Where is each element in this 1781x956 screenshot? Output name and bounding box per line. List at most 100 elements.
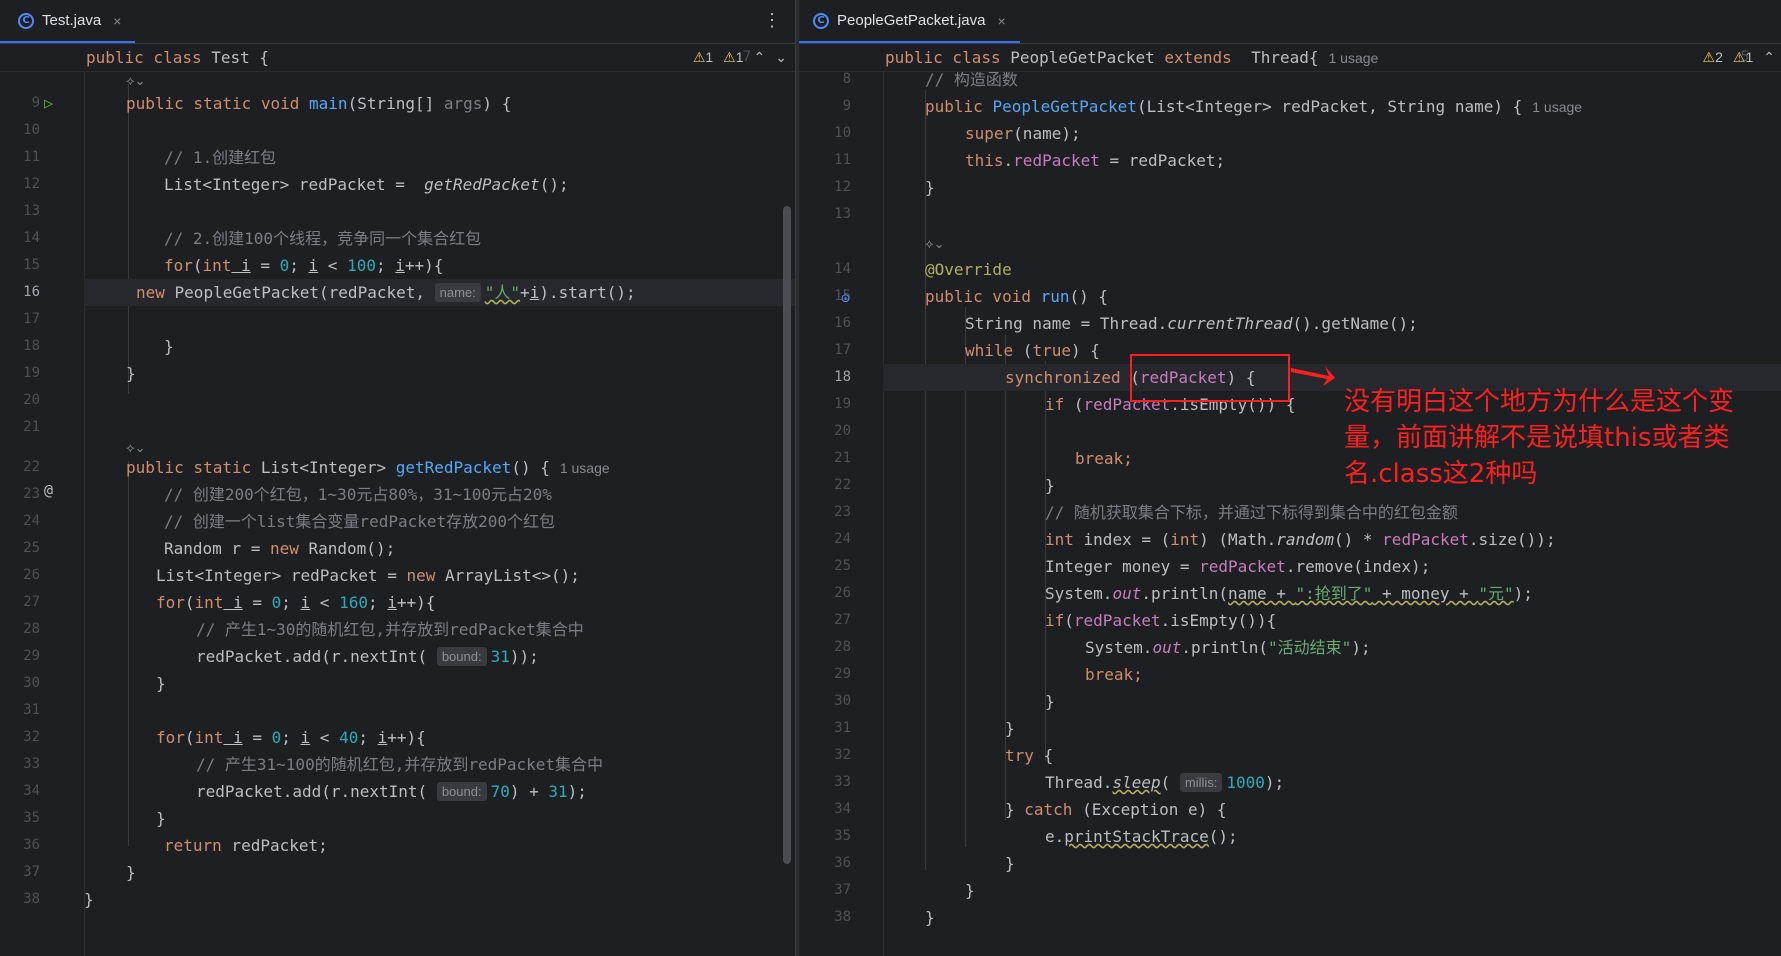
gutter-left: 9 10 11 12 13 14 15 16 17 18 19 20 21 22 23 24 25 26 27 28 2…: [0, 44, 85, 956]
code-line: e.printStackTrace();: [1045, 827, 1238, 846]
code-line: }: [1005, 719, 1015, 738]
code-line: List<Integer> redPacket = new ArrayList<…: [156, 566, 580, 585]
line-number[interactable]: 10: [0, 117, 40, 144]
line-number[interactable]: 25: [811, 553, 851, 580]
line-number[interactable]: 29: [811, 661, 851, 688]
code-line: this.redPacket = redPacket;: [965, 151, 1226, 170]
line-number[interactable]: 23: [811, 499, 851, 526]
line-number[interactable]: 18: [0, 333, 40, 360]
line-number[interactable]: 26: [0, 562, 40, 589]
close-icon[interactable]: ×: [113, 13, 121, 29]
code-line: public static List<Integer> getRedPacket…: [126, 458, 610, 477]
line-number[interactable]: 10: [811, 120, 851, 147]
param-hint: bound:: [436, 647, 487, 666]
line-number[interactable]: 36: [811, 850, 851, 877]
code-line: }: [126, 863, 136, 882]
code-editor-right[interactable]: 5 public class PeopleGetPacket extends T…: [799, 44, 1781, 956]
line-number[interactable]: 31: [0, 697, 40, 724]
line-number[interactable]: 14: [0, 225, 40, 252]
usage-hint[interactable]: 1 usage: [1329, 50, 1379, 66]
line-number[interactable]: 12: [0, 171, 40, 198]
line-number[interactable]: 27: [811, 607, 851, 634]
implemented-icon[interactable]: @: [44, 481, 53, 499]
line-number[interactable]: 11: [811, 147, 851, 174]
line-number[interactable]: 28: [811, 634, 851, 661]
line-number[interactable]: 31: [811, 715, 851, 742]
line-number[interactable]: 18: [811, 364, 851, 391]
line-number[interactable]: 12: [811, 174, 851, 201]
line-number[interactable]: 37: [0, 859, 40, 886]
more-options-icon[interactable]: ⋮: [763, 10, 781, 31]
line-number[interactable]: 17: [811, 337, 851, 364]
line-number[interactable]: 30: [811, 688, 851, 715]
line-number[interactable]: 35: [0, 805, 40, 832]
line-number[interactable]: 19: [0, 360, 40, 387]
inspection-widget[interactable]: ⚠2 ⚠1 ⌃: [1703, 49, 1775, 66]
usage-hint[interactable]: 1 usage: [560, 460, 610, 476]
line-number[interactable]: 19: [811, 391, 851, 418]
code-line: public void run() {: [925, 287, 1109, 306]
line-number[interactable]: 9: [0, 90, 40, 117]
line-number[interactable]: 22: [0, 454, 40, 481]
code-line: }: [156, 674, 166, 693]
line-number[interactable]: 25: [0, 535, 40, 562]
line-number[interactable]: 17: [0, 306, 40, 333]
code-line: }: [965, 881, 975, 900]
vertical-scrollbar[interactable]: [783, 206, 791, 864]
line-number[interactable]: 20: [811, 418, 851, 445]
line-number[interactable]: 13: [0, 198, 40, 225]
line-number[interactable]: 34: [0, 778, 40, 805]
inspection-widget[interactable]: ⚠1 ⚠1 ⌃ ⌄: [693, 49, 787, 66]
chevron-up-icon[interactable]: ⌃: [1763, 49, 1775, 66]
line-number[interactable]: 21: [0, 414, 40, 441]
annotation-highlight-box: [1130, 354, 1290, 402]
line-number[interactable]: 34: [811, 796, 851, 823]
line-number[interactable]: 27: [0, 589, 40, 616]
line-number[interactable]: 38: [811, 904, 851, 931]
line-number[interactable]: 36: [0, 832, 40, 859]
code-line: // 随机获取集合下标，并通过下标得到集合中的红包金额: [1045, 503, 1458, 522]
chevron-up-icon[interactable]: ⌃: [754, 49, 766, 66]
ai-lens-icon[interactable]: ⟡⌄: [126, 74, 146, 89]
line-number[interactable]: 16: [0, 279, 40, 306]
code-line: }: [925, 178, 935, 197]
code-line: super(name);: [965, 124, 1081, 143]
line-number[interactable]: 20: [0, 387, 40, 414]
line-number[interactable]: 33: [811, 769, 851, 796]
weak-warning-icon: ⚠: [1732, 49, 1746, 65]
ai-lens-icon[interactable]: ⟡⌄: [925, 237, 945, 252]
line-number[interactable]: 26: [811, 580, 851, 607]
line-number[interactable]: 33: [0, 751, 40, 778]
line-number[interactable]: 24: [0, 508, 40, 535]
line-number[interactable]: 16: [811, 310, 851, 337]
line-number[interactable]: 23: [0, 481, 40, 508]
line-number[interactable]: 37: [811, 877, 851, 904]
run-icon[interactable]: ▷: [44, 94, 53, 112]
line-number[interactable]: 21: [811, 445, 851, 472]
line-number[interactable]: 29: [0, 643, 40, 670]
line-number[interactable]: 35: [811, 823, 851, 850]
chevron-down-icon[interactable]: ⌄: [775, 49, 787, 66]
tab-test-java[interactable]: C Test.java ×: [0, 0, 136, 43]
code-line: }: [84, 890, 94, 909]
usage-hint[interactable]: 1 usage: [1532, 99, 1582, 115]
line-number[interactable]: 32: [0, 724, 40, 751]
line-number[interactable]: 22: [811, 472, 851, 499]
close-icon[interactable]: ×: [997, 13, 1005, 29]
code-line: }: [126, 364, 136, 383]
line-number[interactable]: 28: [0, 616, 40, 643]
line-number[interactable]: 30: [0, 670, 40, 697]
code-editor-left[interactable]: 7 public class Test { ⚠1 ⚠1 ⌃ ⌄ 9 10 11 12 1…: [0, 44, 795, 956]
line-number[interactable]: 38: [0, 886, 40, 913]
line-number[interactable]: 11: [0, 144, 40, 171]
warning-icon: ⚠: [1702, 49, 1716, 65]
line-number[interactable]: 15: [0, 252, 40, 279]
line-number[interactable]: 9: [811, 93, 851, 120]
line-number[interactable]: 13: [811, 201, 851, 228]
line-number[interactable]: 32: [811, 742, 851, 769]
tab-peoplegetpacket-java[interactable]: C PeopleGetPacket.java ×: [799, 0, 1020, 43]
code-line: break;: [1085, 665, 1143, 684]
line-number[interactable]: 14: [811, 256, 851, 283]
line-number[interactable]: 24: [811, 526, 851, 553]
override-method-icon[interactable]: ⊙: [841, 289, 850, 307]
